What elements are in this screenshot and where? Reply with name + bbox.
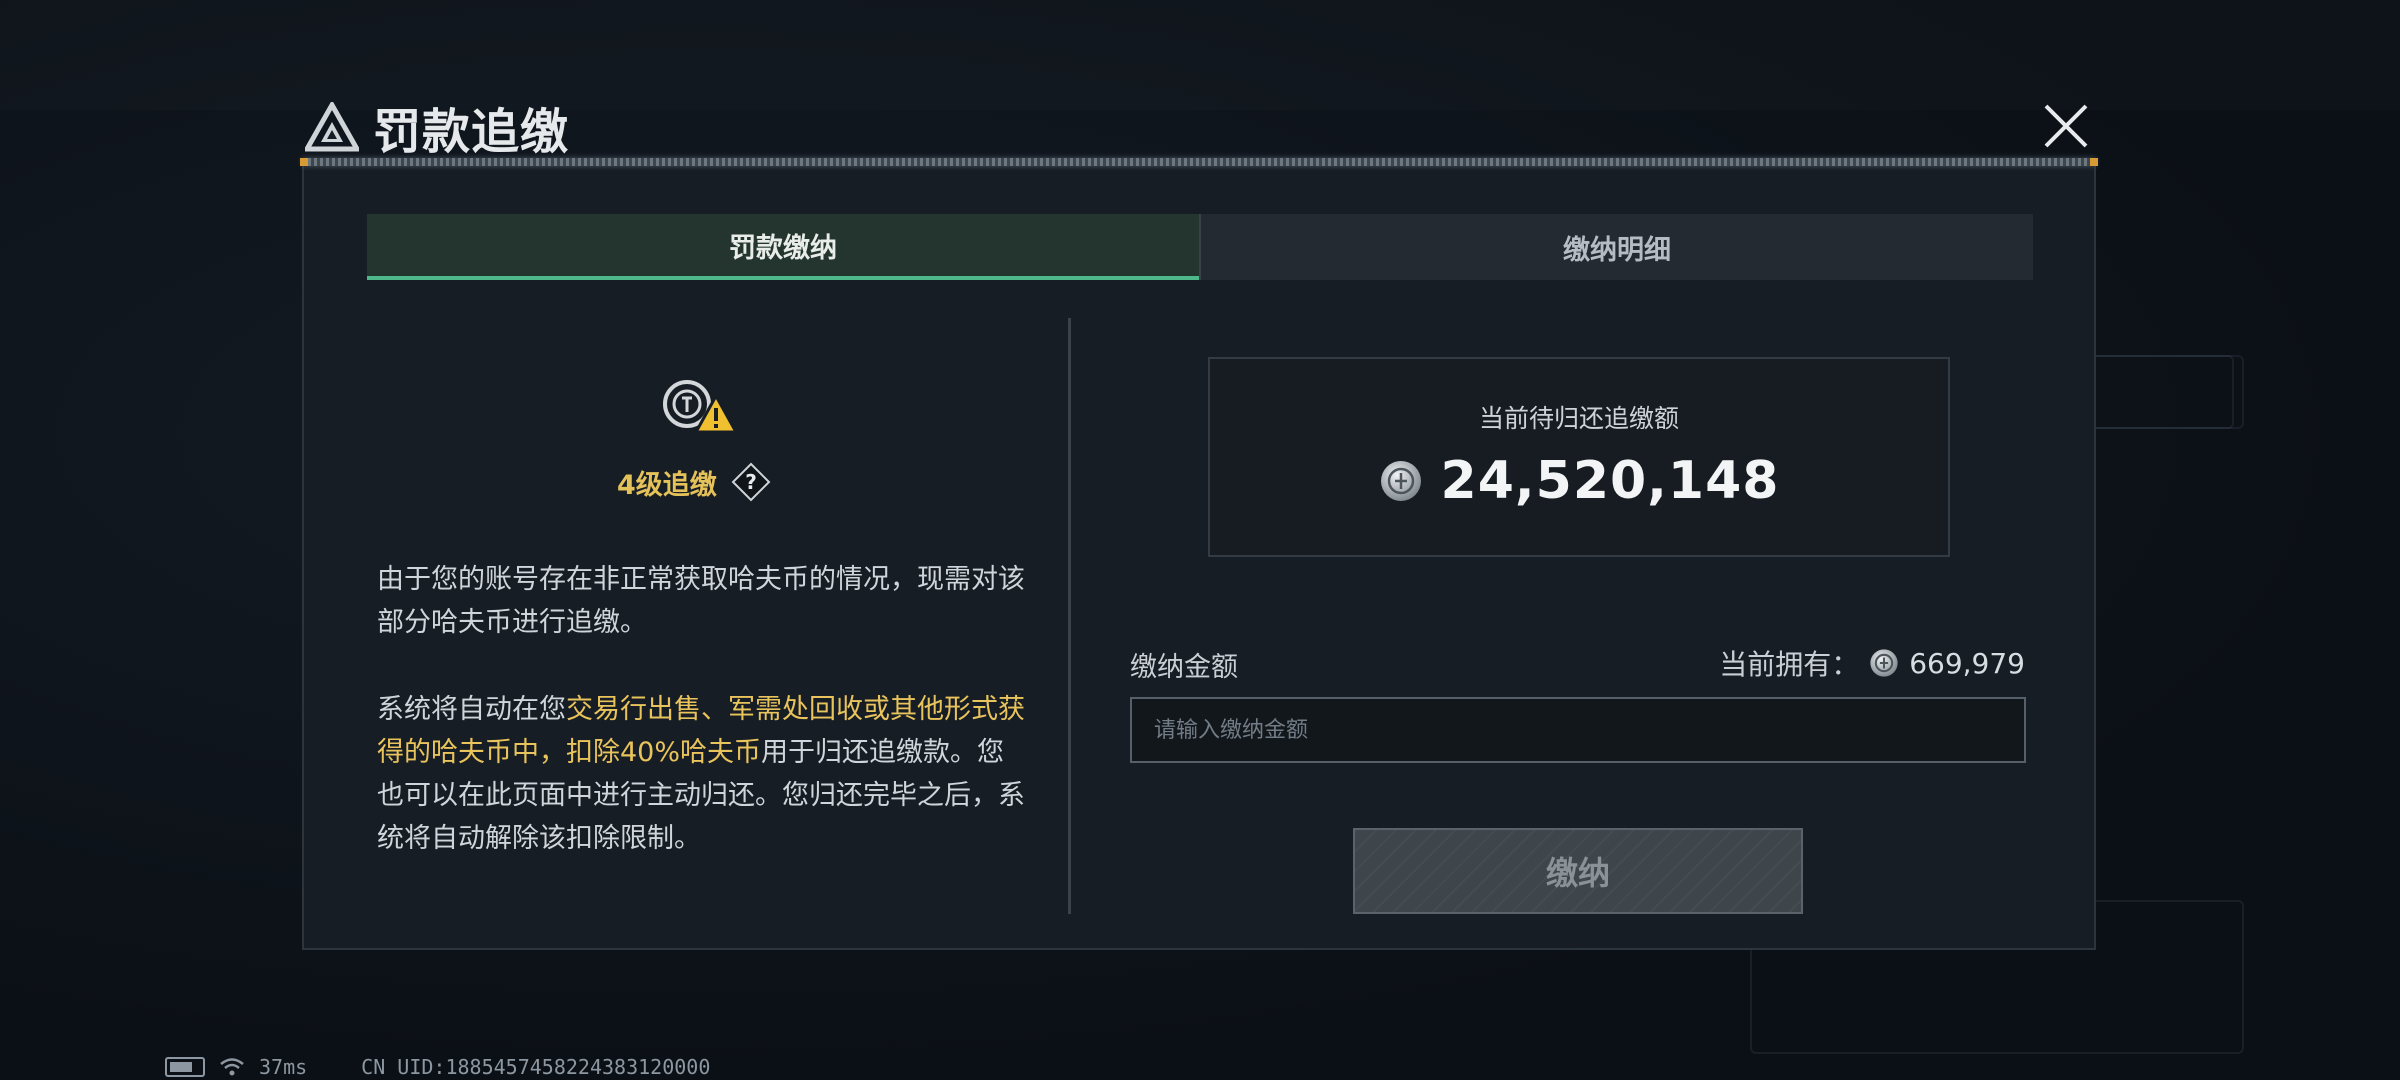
penalty-level: 4级追缴 ?: [617, 462, 771, 502]
background-panel: [2080, 355, 2234, 429]
panel-divider: [1068, 318, 1071, 914]
tab-bar: 罚款缴纳 缴纳明细: [367, 214, 2033, 280]
balance-label: 当前拥有：: [1719, 648, 1860, 681]
dialog-header: 罚款追缴: [305, 92, 569, 162]
deduction-rule-text: 系统将自动在您交易行出售、军需处回收或其他形式获得的哈夫币中，扣除40%哈夫币用…: [377, 688, 1027, 860]
triangle-logo-icon: [305, 102, 359, 152]
wifi-icon: [220, 1058, 244, 1076]
debt-label: 当前待归还追缴额: [1478, 404, 1679, 433]
explanation-text: 由于您的账号存在非正常获取哈夫币的情况，现需对该部分哈夫币进行追缴。: [377, 564, 1025, 638]
status-bar: 37ms CN UID:1885457458224383120000: [165, 1055, 710, 1079]
coin-warning-icon: [663, 380, 738, 434]
debt-amount: 24,520,148: [1440, 451, 1780, 511]
hafu-coin-icon: [1380, 461, 1421, 501]
hafu-coin-icon: [1870, 649, 1898, 677]
pay-button[interactable]: 缴纳: [1353, 828, 1803, 914]
balance-value: 669,979: [1909, 646, 2025, 680]
payment-amount-input[interactable]: [1130, 697, 2026, 763]
svg-text:?: ?: [745, 470, 757, 494]
uid-text: CN UID:1885457458224383120000: [361, 1055, 711, 1079]
question-diamond-icon[interactable]: ?: [731, 462, 771, 502]
deduction-rule-prefix: 系统将自动在您: [377, 694, 566, 725]
dialog-title: 罚款追缴: [373, 104, 570, 160]
level-text: 4级追缴: [617, 469, 717, 501]
tab-fine-payment[interactable]: 罚款缴纳: [367, 214, 1199, 280]
ping-text: 37ms: [259, 1055, 308, 1079]
dialog-top-border: [300, 158, 2098, 166]
battery-icon: [165, 1057, 205, 1077]
amount-label: 缴纳金额: [1130, 652, 1238, 683]
pay-button-label: 缴纳: [1545, 854, 1610, 892]
current-balance: 当前拥有： 669,979: [1719, 643, 2025, 683]
close-icon[interactable]: [2040, 100, 2092, 152]
tab-payment-details[interactable]: 缴纳明细: [1199, 214, 2033, 280]
outstanding-debt-box: 当前待归还追缴额 24,520,148: [1208, 357, 1950, 557]
